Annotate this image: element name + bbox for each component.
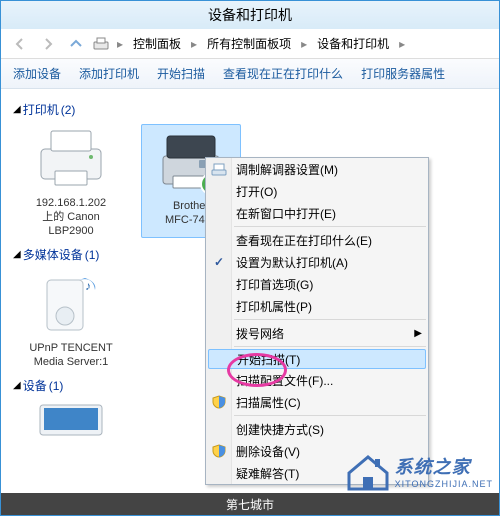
menu-label: 拨号网络 bbox=[236, 325, 284, 342]
menu-label: 打印首选项(G) bbox=[236, 276, 313, 293]
menu-separator bbox=[234, 346, 426, 347]
ctx-create-shortcut[interactable]: 创建快捷方式(S) bbox=[206, 418, 428, 440]
titlebar: 设备和打印机 bbox=[1, 1, 499, 29]
menu-label: 查看现在正在打印什么(E) bbox=[236, 232, 372, 249]
menu-label: 扫描配置文件(F)... bbox=[236, 372, 333, 389]
server-props-button[interactable]: 打印服务器属性 bbox=[361, 65, 445, 82]
command-bar: 添加设备 添加打印机 开始扫描 查看现在正在打印什么 打印服务器属性 bbox=[1, 59, 499, 89]
media-server-icon: ♪ bbox=[41, 272, 101, 336]
category-header[interactable]: ◢ 打印机 (2) bbox=[13, 101, 487, 118]
category-label: 设备 bbox=[23, 377, 47, 394]
submenu-arrow-icon: ▶ bbox=[414, 328, 422, 339]
ctx-open-new-window[interactable]: 在新窗口中打开(E) bbox=[206, 202, 428, 224]
context-menu: 调制解调器设置(M) 打开(O) 在新窗口中打开(E) 查看现在正在打印什么(E… bbox=[205, 157, 429, 485]
collapse-icon: ◢ bbox=[13, 380, 21, 391]
see-printing-button[interactable]: 查看现在正在打印什么 bbox=[223, 65, 343, 82]
footer-watermark: 第七城市 bbox=[1, 493, 499, 515]
ctx-printer-props[interactable]: 打印机属性(P) bbox=[206, 295, 428, 317]
breadcrumb-item[interactable]: 控制面板 bbox=[131, 35, 183, 52]
check-icon bbox=[210, 253, 228, 271]
house-logo-icon bbox=[345, 451, 391, 491]
category-label: 打印机 bbox=[23, 101, 59, 118]
breadcrumb-sep-icon: ▸ bbox=[189, 37, 199, 51]
menu-label: 创建快捷方式(S) bbox=[236, 421, 324, 438]
nav-forward-button[interactable] bbox=[37, 33, 59, 55]
devices-icon bbox=[93, 36, 109, 52]
item-label: LBP2900 bbox=[21, 224, 121, 238]
ctx-modem-settings[interactable]: 调制解调器设置(M) bbox=[206, 158, 428, 180]
monitor-icon bbox=[36, 403, 106, 437]
menu-label: 打印机属性(P) bbox=[236, 298, 312, 315]
printer-item[interactable]: 192.168.1.202 上的 Canon LBP2900 bbox=[21, 124, 121, 238]
arrow-left-icon bbox=[13, 37, 27, 51]
breadcrumb-sep-icon: ▸ bbox=[397, 37, 407, 51]
arrow-right-icon bbox=[41, 37, 55, 51]
ctx-dial-network[interactable]: 拨号网络 ▶ bbox=[206, 322, 428, 344]
menu-separator bbox=[234, 415, 426, 416]
ctx-print-prefs[interactable]: 打印首选项(G) bbox=[206, 273, 428, 295]
brand-url: XITONGZHIJIA.NET bbox=[395, 479, 493, 489]
menu-label: 设置为默认打印机(A) bbox=[236, 254, 348, 271]
add-device-button[interactable]: 添加设备 bbox=[13, 65, 61, 82]
item-label: Media Server:1 bbox=[21, 355, 121, 369]
category-count: (1) bbox=[85, 248, 100, 262]
ctx-start-scan[interactable]: 开始扫描(T) bbox=[208, 349, 426, 369]
menu-label: 扫描属性(C) bbox=[236, 394, 301, 411]
menu-separator bbox=[234, 226, 426, 227]
brand-name: 系统之家 bbox=[395, 453, 493, 479]
breadcrumb-item[interactable]: 设备和打印机 bbox=[315, 35, 391, 52]
menu-label: 调制解调器设置(M) bbox=[236, 161, 338, 178]
category-label: 多媒体设备 bbox=[23, 246, 83, 263]
svg-text:♪: ♪ bbox=[85, 279, 91, 293]
media-device-item[interactable]: ♪ UPnP TENCENT Media Server:1 bbox=[21, 269, 121, 369]
breadcrumb-item[interactable]: 所有控制面板项 bbox=[205, 35, 293, 52]
add-printer-button[interactable]: 添加打印机 bbox=[79, 65, 139, 82]
item-label: 上的 Canon bbox=[21, 210, 121, 224]
menu-label: 在新窗口中打开(E) bbox=[236, 205, 336, 222]
ctx-open[interactable]: 打开(O) bbox=[206, 180, 428, 202]
start-scan-button[interactable]: 开始扫描 bbox=[157, 65, 205, 82]
window-title: 设备和打印机 bbox=[208, 5, 292, 25]
printer-icon bbox=[35, 127, 107, 191]
ctx-see-printing[interactable]: 查看现在正在打印什么(E) bbox=[206, 229, 428, 251]
shield-icon bbox=[210, 393, 228, 411]
menu-label: 开始扫描(T) bbox=[237, 351, 300, 368]
modem-icon bbox=[210, 160, 228, 178]
device-item[interactable] bbox=[21, 400, 121, 440]
collapse-icon: ◢ bbox=[13, 104, 21, 115]
nav-up-button[interactable] bbox=[65, 33, 87, 55]
category-count: (1) bbox=[49, 379, 64, 393]
menu-label: 删除设备(V) bbox=[236, 443, 300, 460]
nav-back-button[interactable] bbox=[9, 33, 31, 55]
item-label: UPnP TENCENT bbox=[21, 341, 121, 355]
ctx-set-default[interactable]: 设置为默认打印机(A) bbox=[206, 251, 428, 273]
devices-printers-window: 设备和打印机 ▸ 控制面板 ▸ 所有控制面板项 ▸ 设备和打印机 ▸ 添加设备 … bbox=[0, 0, 500, 516]
menu-separator bbox=[234, 319, 426, 320]
breadcrumb-sep-icon: ▸ bbox=[115, 37, 125, 51]
ctx-scan-props[interactable]: 扫描属性(C) bbox=[206, 391, 428, 413]
shield-icon bbox=[210, 442, 228, 460]
address-bar: ▸ 控制面板 ▸ 所有控制面板项 ▸ 设备和打印机 ▸ bbox=[1, 29, 499, 59]
category-count: (2) bbox=[61, 103, 76, 117]
footer-text: 第七城市 bbox=[226, 496, 274, 513]
menu-label: 打开(O) bbox=[236, 183, 277, 200]
collapse-icon: ◢ bbox=[13, 249, 21, 260]
brand-watermark: 系统之家 XITONGZHIJIA.NET bbox=[345, 451, 493, 491]
ctx-scan-profile[interactable]: 扫描配置文件(F)... bbox=[206, 369, 428, 391]
item-label: 192.168.1.202 bbox=[21, 196, 121, 210]
menu-label: 疑难解答(T) bbox=[236, 465, 299, 482]
arrow-up-icon bbox=[69, 37, 83, 51]
breadcrumb-sep-icon: ▸ bbox=[299, 37, 309, 51]
